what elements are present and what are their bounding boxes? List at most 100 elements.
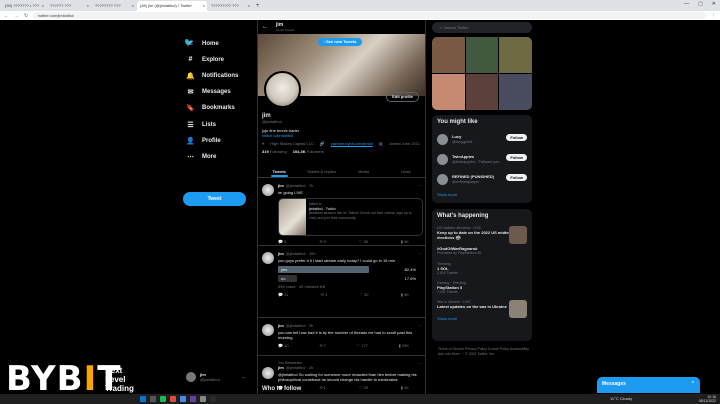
like-button[interactable]: ♡ 177 (357, 343, 368, 348)
close-icon[interactable]: × (248, 3, 250, 8)
suggestion-row[interactable]: TwinApples @twinapples · Follows you Follo… (432, 149, 532, 169)
close-icon[interactable]: × (132, 3, 134, 8)
see-new-tweets-button[interactable]: ↑ See new Tweets (318, 38, 362, 46)
tweet[interactable]: jim @jimlatibol · 10h ⋯ you guys prefer i… (258, 248, 425, 318)
link-card[interactable]: twitch.tv jimlatibol - Twitch jimlatibol s… (278, 198, 423, 236)
like-button[interactable]: ♡ 32 (359, 292, 368, 297)
close-window-icon[interactable]: ✕ (712, 1, 716, 7)
views-button[interactable]: ▮ 25K (399, 343, 409, 348)
follow-button[interactable]: Follow (506, 134, 527, 141)
trend-item[interactable]: War in Ukraine · LIVE Latest updates on t… (432, 297, 532, 318)
person-icon: 👤 (186, 138, 195, 145)
suggestion-row[interactable]: REFINED (PUNISHED) @refinedplayer Follow (432, 169, 532, 189)
media-thumb[interactable] (499, 37, 532, 73)
tab-likes[interactable]: Likes (385, 166, 425, 177)
menu-icon[interactable]: ⋮ (711, 13, 716, 19)
more-icon[interactable]: ⋯ (418, 361, 422, 366)
media-thumb[interactable] (465, 37, 499, 73)
nav-home[interactable]: ⌂ Home (186, 40, 218, 47)
retweet-button[interactable]: ⟲ 3 (319, 239, 326, 244)
like-button[interactable]: ♡ 29 (359, 385, 368, 390)
new-tab-button[interactable]: + (256, 2, 260, 11)
reply-button[interactable]: 💬 10 (278, 343, 289, 348)
nav-profile[interactable]: 👤 Profile (186, 137, 221, 145)
media-thumb[interactable] (499, 74, 532, 110)
media-grid[interactable] (432, 37, 532, 110)
chrome-icon[interactable] (180, 396, 186, 402)
close-icon[interactable]: × (87, 3, 89, 8)
nav-explore[interactable]: # Explore (186, 56, 224, 63)
nav-bookmarks[interactable]: 🔖 Bookmarks (186, 104, 235, 112)
back-arrow-icon[interactable]: ← (262, 24, 268, 30)
nav-notifications[interactable]: 🔔 Notifications (186, 72, 238, 80)
follow-button[interactable]: Follow (506, 154, 527, 161)
search-input[interactable]: ⌕ Search Twitter (432, 22, 532, 33)
trend-item[interactable]: #GodOfWarRagnarok Promoted by PlayStation… (432, 243, 532, 259)
forward-icon[interactable]: → (14, 13, 19, 19)
more-icon[interactable]: ⋯ (242, 375, 246, 380)
views-button[interactable]: ▮ 9K (401, 239, 409, 244)
bio-link[interactable]: twitch.tv/jimlatibol (262, 133, 422, 138)
show-more-link[interactable]: Show more (432, 189, 532, 200)
browser-tab[interactable]: ?????? ??? × (47, 1, 91, 11)
taskbar-app-icon[interactable] (150, 396, 156, 402)
tweet-button[interactable]: Tweet (183, 192, 246, 206)
media-thumb[interactable] (432, 74, 465, 110)
account-switcher[interactable]: jim @jimlatibol ⋯ (186, 372, 246, 382)
edit-profile-button[interactable]: Edit profile (386, 92, 419, 102)
trend-item[interactable]: US midterm elections · LIVE Keep up to da… (432, 223, 532, 244)
followers-link[interactable]: 104,3K Followers (293, 149, 324, 154)
more-icon[interactable]: ⋯ (418, 323, 422, 328)
maximize-icon[interactable]: ▢ (698, 1, 703, 7)
url-field[interactable]: twitter.com/jimlatibol (33, 12, 706, 19)
close-icon[interactable]: × (203, 3, 205, 8)
tab-tweets[interactable]: Tweets (258, 166, 300, 177)
twitch-icon[interactable] (190, 396, 196, 402)
weather-widget[interactable]: 11°C Cloudy (610, 396, 632, 401)
minimize-icon[interactable]: — (684, 1, 689, 7)
close-icon[interactable]: × (42, 3, 44, 8)
suggestion-row[interactable]: Lucy @lucygeert Follow (432, 129, 532, 149)
messages-drawer[interactable]: Messages ⌃ (597, 377, 700, 393)
following-link[interactable]: 319 Following (262, 149, 287, 154)
tab-tweets-replies[interactable]: Tweets & replies (300, 166, 342, 177)
views-button[interactable]: ▮ 2K (401, 385, 409, 390)
reload-icon[interactable]: ↻ (24, 13, 28, 19)
taskbar-app-icon[interactable] (170, 396, 176, 402)
profile-avatar[interactable] (264, 71, 301, 108)
browser-tab[interactable]: ???????? ??? × (92, 1, 136, 11)
browser-tab[interactable]: ????????? ??? × (208, 1, 252, 11)
media-thumb[interactable] (465, 74, 499, 110)
trend-item[interactable]: Trending 1 SOL 2,818 Tweets (432, 259, 532, 278)
reply-button[interactable]: 💬 3 (278, 239, 286, 244)
more-icon[interactable]: ⋯ (418, 251, 422, 256)
back-icon[interactable]: ← (4, 13, 9, 19)
system-clock[interactable]: 10:16 08/11/2022 (699, 395, 716, 403)
website-link[interactable]: panther.bybit.com/jimlat (331, 141, 373, 146)
retweet-button[interactable]: ⟲ 1 (319, 385, 326, 390)
tab-media[interactable]: Media (343, 166, 385, 177)
taskbar-app-icon[interactable] (210, 396, 216, 402)
nav-messages[interactable]: ✉ Messages (186, 88, 231, 96)
reply-button[interactable]: 💬 11 (278, 292, 288, 297)
nav-lists[interactable]: ☰ Lists (186, 121, 216, 129)
views-button[interactable]: ▮ 9K (401, 292, 409, 297)
footer-links[interactable]: Terms of Service Privacy Policy Cookie P… (438, 347, 533, 357)
media-thumb[interactable] (432, 37, 465, 73)
expand-icon[interactable]: ⌃ (691, 381, 695, 389)
like-button[interactable]: ♡ 38 (359, 239, 368, 244)
spotify-icon[interactable] (160, 396, 166, 402)
tweet[interactable]: jim @jimlatibol · 2h ⋯ you can tell how b… (258, 320, 425, 356)
browser-tab[interactable]: (93) ??????? • ??? × (2, 1, 46, 11)
taskbar-app-icon[interactable] (200, 396, 206, 402)
retweet-button[interactable]: ⟲ 7 (319, 343, 326, 348)
nav-more[interactable]: ⋯ More (186, 153, 216, 161)
retweet-button[interactable]: ⟲ 1 (320, 292, 327, 297)
more-icon[interactable]: ⋯ (418, 183, 422, 188)
trend-item[interactable]: Gaming · Trending PlayStation 5 7,241 Twee… (432, 278, 532, 297)
windows-start-icon[interactable] (140, 396, 146, 402)
poll-option: yes 82.4% (278, 266, 416, 273)
follow-button[interactable]: Follow (506, 174, 527, 181)
browser-tab-active[interactable]: (48) jim (@jimlatibol) / Twitter × (137, 1, 207, 11)
tweet[interactable]: jim @jimlatibol · 7h ⋯ im going LIVE twit… (258, 180, 425, 246)
